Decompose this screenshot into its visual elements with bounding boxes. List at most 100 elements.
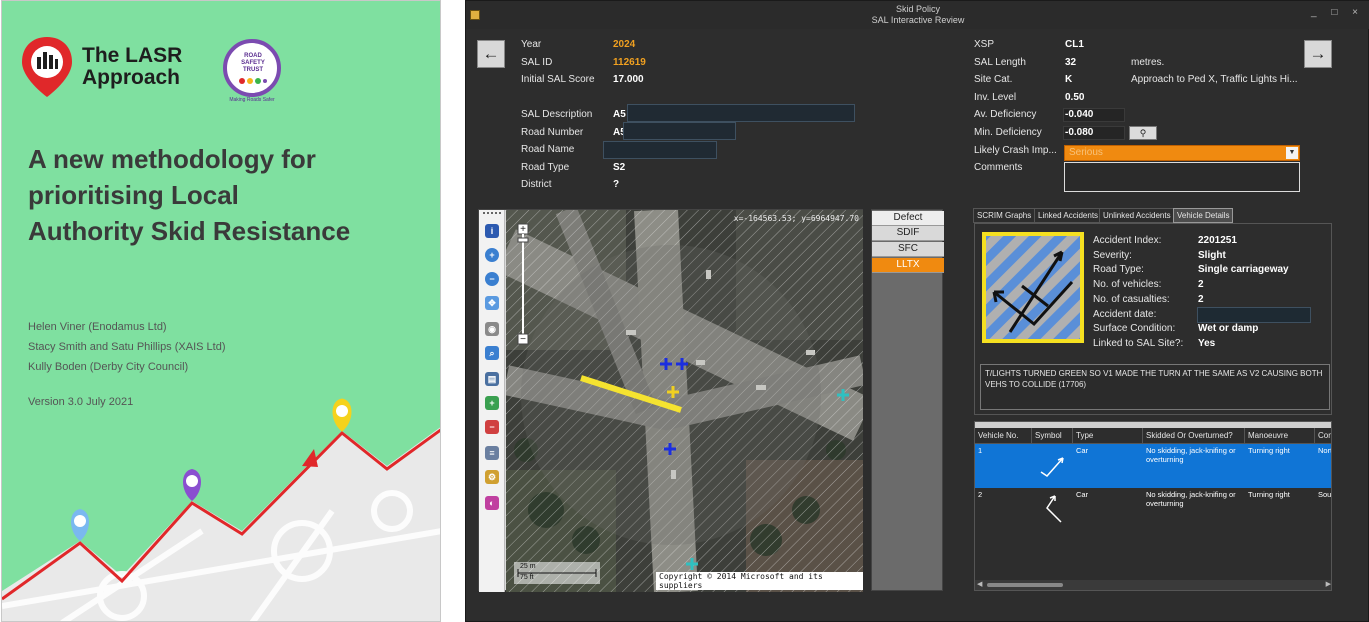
map-coordinates: x=-164563.53; y=6964947.70 — [733, 214, 859, 223]
scroll-left-icon[interactable]: ◀ — [977, 580, 982, 588]
investigatory-level-label: Inv. Level — [974, 92, 1017, 103]
sal-length-value: 32 — [1065, 57, 1077, 68]
road-type-value: S2 — [613, 162, 626, 173]
palette-icon[interactable]: ◐ — [485, 496, 499, 510]
map-toolbar: i + − ✥ ◉ ⌕ ▤ + − ≡ ⚙ ◐ — [479, 210, 505, 592]
remove-layer-icon[interactable]: − — [485, 420, 499, 434]
sal-length-unit: metres. — [1131, 57, 1165, 68]
mountain-graph-illustration — [2, 398, 440, 621]
app-icon — [470, 10, 480, 20]
map-panel: i + − ✥ ◉ ⌕ ▤ + − ≡ ⚙ ◐ + − x=-164563.53… — [478, 209, 863, 592]
accident-date-field[interactable] — [1197, 307, 1311, 323]
find-icon[interactable]: ⌕ — [485, 346, 499, 360]
lasr-logo-icon — [22, 37, 72, 97]
previous-record-button[interactable]: ← — [477, 40, 505, 68]
road-number-label: Road Number — [521, 127, 584, 138]
skid-policy-window: Skid Policy SAL Interactive Review _ □ ×… — [465, 0, 1369, 622]
grid-horizontal-scrollbar[interactable]: ◀ ▶ — [975, 580, 1331, 590]
arrow-right-icon: → — [1309, 44, 1327, 63]
linked-site-label: Linked to SAL Site?: — [1093, 338, 1184, 349]
author-3: Kully Boden (Derby City Council) — [28, 361, 189, 373]
road-type-detail-value: Single carriageway — [1198, 264, 1289, 275]
scale-feet: 75 ft — [520, 574, 534, 581]
comments-label: Comments — [974, 162, 1023, 173]
comments-field[interactable] — [1064, 162, 1300, 192]
vehicle-no-cell: 1 — [978, 446, 983, 455]
surface-condition-label: Surface Condition: — [1093, 323, 1176, 334]
window-title: Skid Policy — [895, 4, 940, 14]
map-scale-bar: 25 m 75 ft — [514, 562, 600, 584]
zoom-in-icon[interactable]: + — [485, 248, 499, 262]
xsp-label: XSP — [974, 39, 995, 50]
next-record-button[interactable]: → — [1304, 40, 1332, 68]
map-pin-blue-icon — [71, 509, 89, 541]
layer-item-lltx[interactable]: LLTX — [872, 258, 944, 273]
map-pin-yellow-icon — [332, 398, 352, 432]
accident-diagram-icon — [982, 232, 1084, 343]
partner-tagline: Making Roads Safer — [229, 97, 275, 103]
likely-crash-dropdown[interactable]: Serious ▼ — [1064, 145, 1300, 161]
info-icon[interactable]: i — [485, 224, 499, 238]
layer-item-sfc[interactable]: SFC — [872, 242, 944, 257]
type-cell: Car — [1076, 490, 1089, 499]
investigatory-level-value: 0.50 — [1065, 92, 1085, 103]
author-1: Helen Viner (Enodamus Ltd) — [28, 321, 167, 333]
report-title: A new methodology for prioritising Local… — [28, 144, 351, 246]
deficiency-search-button[interactable]: ⚲ — [1129, 126, 1157, 140]
turn-right-arrow-icon — [1046, 495, 1062, 523]
magnifier-icon: ⚲ — [1139, 128, 1147, 138]
scale-metres: 25 m — [520, 563, 536, 570]
add-layer-icon[interactable]: + — [485, 396, 499, 410]
tab-scrim-graphs[interactable]: SCRIM Graphs — [973, 208, 1036, 223]
column-header-type[interactable]: Type — [1073, 428, 1143, 444]
layer-list-header[interactable]: Defect — [872, 211, 944, 226]
scroll-right-icon[interactable]: ▶ — [1326, 580, 1331, 588]
traffic-lights-icon — [239, 78, 267, 84]
vehicle-details-panel: Accident Index: 2201251 Severity: Slight… — [974, 223, 1332, 415]
manoeuvre-cell: Turning right — [1248, 490, 1290, 499]
aerial-imagery: + − — [506, 210, 863, 592]
column-header-compass[interactable]: Compass — [1315, 428, 1331, 444]
settings-icon[interactable]: ⚙ — [485, 470, 499, 484]
av-deficiency-value: -0.040 — [1065, 109, 1094, 120]
tab-linked-accidents[interactable]: Linked Accidents — [1034, 208, 1103, 223]
type-cell: Car — [1076, 446, 1089, 455]
road-safety-trust-logo: ROAD SAFETY TRUST — [223, 39, 281, 97]
column-header-manoeuvre[interactable]: Manoeuvre — [1245, 428, 1315, 444]
road-name-field[interactable] — [603, 141, 717, 159]
column-header-skidded[interactable]: Skidded Or Overturned? — [1143, 428, 1245, 444]
road-number-field[interactable] — [623, 122, 736, 140]
identify-icon[interactable]: ◉ — [485, 322, 499, 336]
tab-vehicle-details[interactable]: Vehicle Details — [1173, 208, 1234, 223]
initial-score-label: Initial SAL Score — [521, 74, 595, 85]
compass-cell: North — [1318, 446, 1331, 455]
properties-icon[interactable]: ≡ — [485, 446, 499, 460]
window-controls[interactable]: _ □ × — [1311, 7, 1364, 18]
table-row[interactable]: 2 Car No skidding, jack-knifing or overt… — [975, 488, 1331, 532]
pan-icon[interactable]: ✥ — [485, 296, 499, 310]
initial-score-value: 17.000 — [613, 74, 644, 85]
column-header-vehicle-no[interactable]: Vehicle No. — [975, 428, 1032, 444]
year-value: 2024 — [613, 39, 636, 50]
zoom-out-icon[interactable]: − — [485, 272, 499, 286]
toolbar-grip[interactable] — [483, 212, 501, 214]
map-view[interactable]: + − x=-164563.53; y=6964947.70 25 m 75 f… — [506, 210, 863, 592]
vehicles-count-value: 2 — [1198, 279, 1204, 290]
layer-item-sdif[interactable]: SDIF — [872, 226, 944, 241]
accident-date-label: Accident date: — [1093, 309, 1157, 320]
min-deficiency-value: -0.080 — [1065, 127, 1094, 138]
road-type-label: Road Type — [521, 162, 570, 173]
svg-text:+: + — [520, 224, 526, 235]
vehicle-grid: Vehicle No. Symbol Type Skidded Or Overt… — [974, 421, 1332, 591]
site-category-description: Approach to Ped X, Traffic Lights Hi... — [1131, 74, 1298, 85]
table-row[interactable]: 1 Car No skidding, jack-knifing or overt… — [975, 444, 1331, 488]
turn-right-arrow-icon — [1040, 457, 1064, 477]
min-deficiency-label: Min. Deficiency — [974, 127, 1042, 138]
layers-icon[interactable]: ▤ — [485, 372, 499, 386]
chevron-down-icon[interactable]: ▼ — [1286, 147, 1298, 159]
tab-unlinked-accidents[interactable]: Unlinked Accidents — [1099, 208, 1175, 223]
arrow-left-icon: ← — [482, 44, 500, 63]
sal-description-field[interactable] — [627, 104, 855, 122]
scrollbar-thumb[interactable] — [987, 583, 1063, 587]
column-header-symbol[interactable]: Symbol — [1032, 428, 1073, 444]
